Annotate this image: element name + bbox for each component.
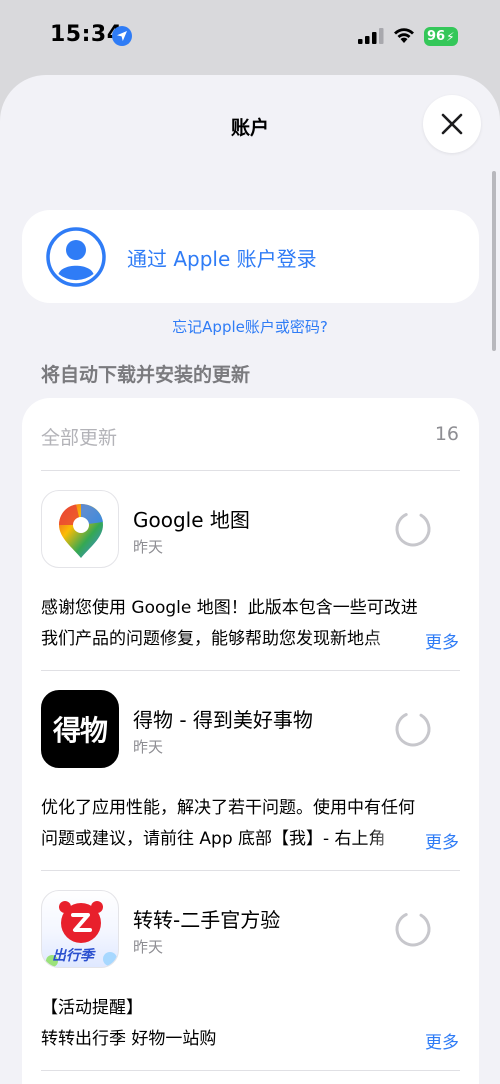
- app-name: Google 地图: [133, 508, 250, 532]
- app-date: 昨天: [133, 538, 164, 556]
- close-icon: [441, 113, 463, 135]
- app-name: 转转-二手官方验: [133, 908, 281, 932]
- app-row-zhuanzhuan[interactable]: 出行季 转转-二手官方验 昨天 【活动提醒】 转转出行季 好物一站购 更多: [22, 870, 479, 1070]
- app-date: 昨天: [133, 738, 164, 756]
- release-notes: 感谢您使用 Google 地图！此版本包含一些可改进 我们产品的问题修复，能够帮…: [41, 593, 461, 655]
- dewu-app-icon: 得物: [41, 690, 119, 768]
- loading-spinner-icon[interactable]: [394, 510, 432, 548]
- section-title: 将自动下载并安装的更新: [41, 364, 251, 386]
- update-count: 16: [434, 423, 459, 445]
- release-notes-line: 感谢您使用 Google 地图！此版本包含一些可改进: [41, 598, 418, 618]
- app-date: 昨天: [133, 938, 164, 956]
- release-notes-line: 优化了应用性能，解决了若干问题。使用中有任何: [41, 798, 415, 818]
- google-maps-icon: [41, 490, 119, 568]
- updates-card: 全部更新 16 Google 地图 昨天 感谢您使用 Google 地图！此版本…: [22, 398, 479, 1084]
- release-notes-line: 转转出行季 好物一站购: [41, 1029, 217, 1049]
- dewu-logo-text: 得物: [52, 714, 108, 747]
- app-row-dewu[interactable]: 得物 得物 - 得到美好事物 昨天 优化了应用性能，解决了若干问题。使用中有任何…: [22, 670, 479, 870]
- location-icon: [112, 26, 132, 46]
- release-notes-line: 我们产品的问题修复，能够帮助您发现新地点: [41, 629, 381, 649]
- avatar-icon: [46, 227, 106, 287]
- update-all-button[interactable]: 全部更新: [41, 423, 117, 450]
- more-link[interactable]: 更多: [425, 828, 459, 853]
- release-notes: 优化了应用性能，解决了若干问题。使用中有任何 问题或建议，请前往 App 底部【…: [41, 793, 461, 855]
- more-link[interactable]: 更多: [425, 1028, 459, 1053]
- signin-card[interactable]: 通过 Apple 账户登录: [22, 210, 479, 303]
- zhuanzhuan-icon-text: 出行季: [52, 948, 94, 964]
- signal-icon: [358, 28, 384, 48]
- release-notes-line: 【活动提醒】: [41, 998, 143, 1018]
- signin-label: 通过 Apple 账户登录: [127, 247, 317, 271]
- release-notes: 【活动提醒】 转转出行季 好物一站购: [41, 993, 461, 1055]
- zhuanzhuan-app-icon: 出行季: [41, 890, 119, 968]
- app-row-google-maps[interactable]: Google 地图 昨天 感谢您使用 Google 地图！此版本包含一些可改进 …: [22, 470, 479, 670]
- battery-level: 96: [427, 29, 446, 44]
- status-bar: 15:34 96 ⚡: [0, 0, 500, 72]
- charging-icon: ⚡: [446, 29, 455, 44]
- app-name: 得物 - 得到美好事物: [133, 708, 313, 732]
- close-button[interactable]: [423, 95, 481, 153]
- release-notes-line: 问题或建议，请前往 App 底部【我】- 右上角: [41, 829, 386, 849]
- battery-icon: 96 ⚡: [424, 27, 458, 46]
- more-link[interactable]: 更多: [425, 628, 459, 653]
- account-sheet: 账户 通过 Apple 账户登录 忘记Apple账户或密码? 将自动下载并安装的…: [0, 75, 500, 1084]
- divider: [41, 1070, 460, 1071]
- forgot-account-link[interactable]: 忘记Apple账户或密码?: [0, 316, 500, 337]
- loading-spinner-icon[interactable]: [394, 710, 432, 748]
- loading-spinner-icon[interactable]: [394, 910, 432, 948]
- wifi-icon: [392, 25, 416, 49]
